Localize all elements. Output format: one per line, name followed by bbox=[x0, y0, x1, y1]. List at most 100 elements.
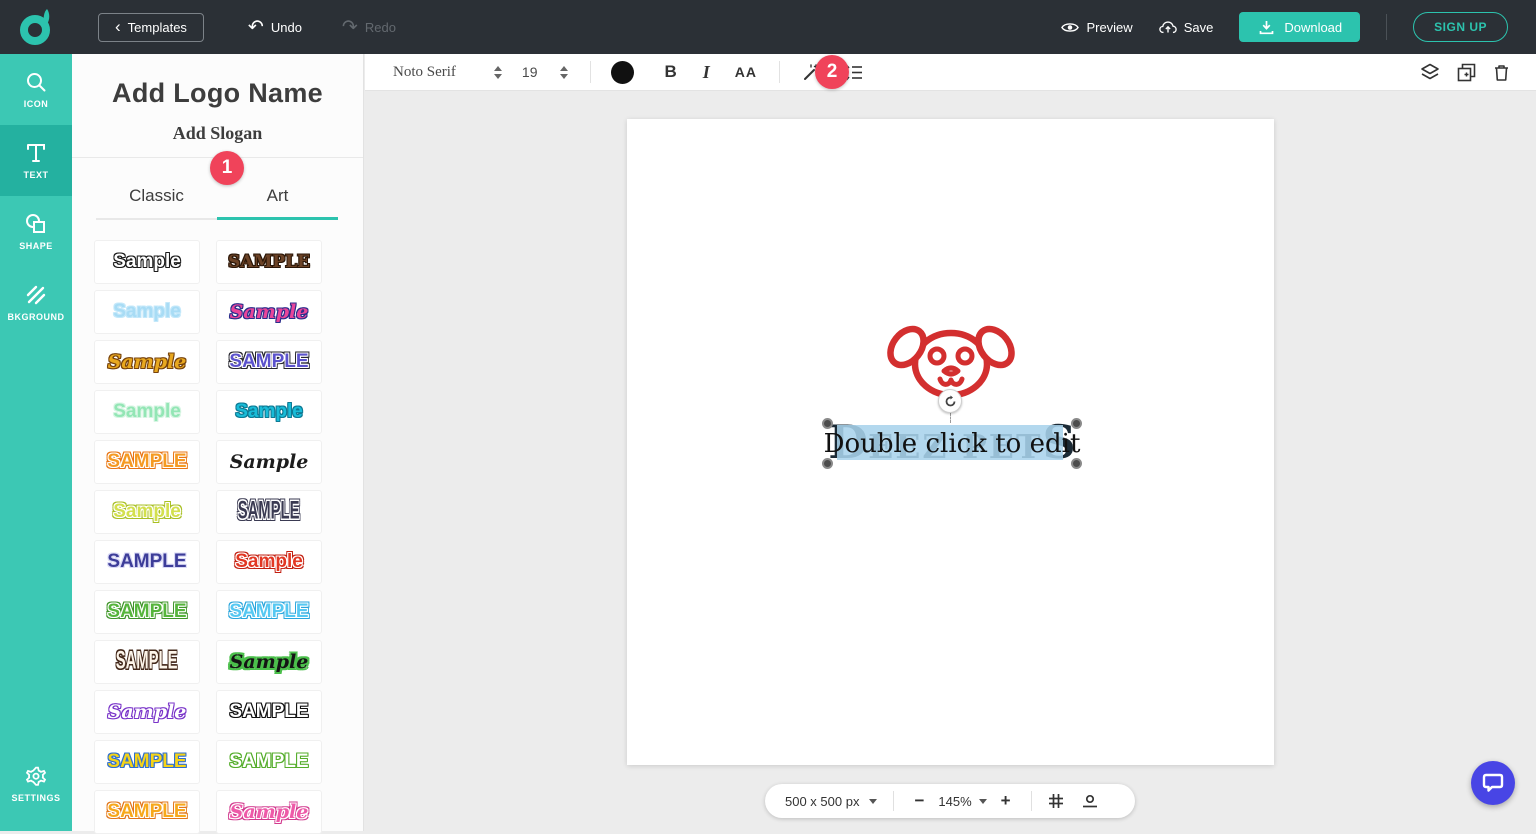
sample-text: Sample bbox=[108, 701, 187, 723]
sidebar-item-shape[interactable]: SHAPE bbox=[0, 196, 72, 267]
text-style-sample[interactable]: Sample bbox=[216, 540, 322, 584]
text-style-sample[interactable]: Sample bbox=[94, 490, 200, 534]
text-style-sample[interactable]: SAMPLE bbox=[216, 590, 322, 634]
text-style-sample[interactable]: Sample bbox=[94, 340, 200, 384]
sidebar-item-text[interactable]: TEXT bbox=[0, 125, 72, 196]
sidebar-item-icon[interactable]: ICON bbox=[0, 54, 72, 125]
duplicate-icon bbox=[1457, 63, 1476, 82]
zoom-level-value: 145% bbox=[938, 794, 971, 809]
text-style-sample[interactable]: Sample bbox=[216, 290, 322, 334]
save-button[interactable]: Save bbox=[1159, 18, 1214, 36]
toolbar-divider bbox=[590, 61, 591, 83]
text-style-sample[interactable]: Sample bbox=[216, 640, 322, 684]
undo-button[interactable]: ↶ Undo bbox=[248, 18, 302, 37]
canvas-size-value: 500 x 500 px bbox=[785, 794, 859, 809]
zoom-out-button[interactable]: − bbox=[910, 791, 928, 811]
live-chat-button[interactable] bbox=[1471, 761, 1515, 805]
grid-icon bbox=[1048, 793, 1064, 809]
text-style-sample[interactable]: Sample bbox=[216, 440, 322, 484]
sample-text: SAMPLE bbox=[229, 701, 308, 723]
sample-text: SAMPLE bbox=[107, 751, 186, 773]
cloud-upload-icon bbox=[1159, 18, 1177, 36]
sample-text: SAMPLE bbox=[107, 801, 186, 823]
tab-art[interactable]: Art bbox=[217, 186, 338, 218]
download-button[interactable]: Download bbox=[1239, 12, 1360, 42]
snap-guides-icon bbox=[1082, 794, 1098, 809]
text-style-sample[interactable]: SAMPLE bbox=[216, 490, 322, 534]
text-style-grid: Sample SAMPLE Sample Sample Sample SAMPLE Samp… bbox=[94, 240, 342, 834]
text-style-sample[interactable]: SAMPLE bbox=[216, 240, 322, 284]
sidebar-item-background[interactable]: BKGROUND bbox=[0, 267, 72, 338]
text-style-sample[interactable]: SAMPLE bbox=[94, 590, 200, 634]
text-style-sample[interactable]: SAMPLE bbox=[216, 690, 322, 734]
rotate-handle[interactable] bbox=[938, 389, 962, 413]
chevron-left-icon: ‹ bbox=[115, 18, 121, 35]
step-badge-2: 2 bbox=[815, 55, 849, 89]
text-style-sample[interactable]: Sample bbox=[94, 390, 200, 434]
sign-up-button[interactable]: SIGN UP bbox=[1413, 12, 1508, 42]
design-canvas[interactable]: DEEZ PETS Double click to edit bbox=[627, 119, 1274, 765]
stepper-down-icon bbox=[494, 74, 502, 79]
text-style-sample[interactable]: SAMPLE bbox=[216, 740, 322, 784]
text-style-sample[interactable]: SAMPLE bbox=[94, 440, 200, 484]
selection-handle-top-left[interactable] bbox=[822, 418, 833, 429]
selection-handle-bottom-left[interactable] bbox=[822, 458, 833, 469]
font-family-stepper[interactable] bbox=[494, 66, 502, 79]
download-label: Download bbox=[1284, 20, 1342, 35]
redo-button[interactable]: ↷ Redo bbox=[342, 18, 396, 37]
text-panel: Add Logo Name Add Slogan 1 Classic Art S… bbox=[72, 54, 364, 831]
redo-icon: ↷ bbox=[342, 18, 358, 37]
snap-guides-button[interactable] bbox=[1082, 794, 1098, 809]
text-style-sample[interactable]: Sample bbox=[94, 290, 200, 334]
delete-button[interactable] bbox=[1493, 63, 1510, 82]
sample-text: Sample bbox=[235, 551, 303, 573]
grid-toggle-button[interactable] bbox=[1048, 793, 1064, 809]
add-logo-name-button[interactable]: Add Logo Name bbox=[72, 78, 363, 109]
sample-text: SAMPLE bbox=[238, 498, 300, 527]
top-bar: ‹ Templates ↶ Undo ↷ Redo Preview Save D… bbox=[0, 0, 1536, 54]
font-family-select[interactable]: Noto Serif bbox=[393, 64, 456, 81]
layers-icon bbox=[1420, 63, 1440, 81]
canvas-size-dropdown[interactable]: 500 x 500 px bbox=[785, 794, 877, 809]
selection-handle-top-right[interactable] bbox=[1071, 418, 1082, 429]
text-style-sample[interactable]: SAMPLE bbox=[94, 740, 200, 784]
text-style-sample[interactable]: Sample bbox=[94, 690, 200, 734]
redo-label: Redo bbox=[365, 20, 396, 35]
font-size-value[interactable]: 19 bbox=[522, 64, 538, 80]
sample-text: Sample bbox=[230, 651, 309, 673]
font-size-stepper[interactable] bbox=[560, 66, 568, 79]
bold-button[interactable]: B bbox=[665, 62, 677, 82]
preview-button[interactable]: Preview bbox=[1061, 18, 1132, 36]
tab-classic[interactable]: Classic bbox=[96, 186, 217, 218]
app-logo[interactable] bbox=[0, 0, 72, 54]
selection-handle-bottom-right[interactable] bbox=[1071, 458, 1082, 469]
layers-button[interactable] bbox=[1420, 63, 1440, 81]
sidebar-item-label: ICON bbox=[24, 99, 49, 109]
italic-button[interactable]: I bbox=[703, 62, 710, 83]
zoom-level-dropdown[interactable]: 145% bbox=[938, 794, 986, 809]
text-style-sample[interactable]: Sample bbox=[216, 390, 322, 434]
text-style-sample[interactable]: Sample bbox=[216, 790, 322, 834]
logo-text-element[interactable]: DEEZ PETS Double click to edit bbox=[827, 421, 1077, 465]
toolbar-divider bbox=[779, 61, 780, 83]
uppercase-button[interactable]: AA bbox=[735, 64, 757, 80]
text-style-sample[interactable]: SAMPLE bbox=[94, 540, 200, 584]
text-color-swatch[interactable] bbox=[611, 61, 634, 84]
step-badge-1: 1 bbox=[210, 151, 244, 185]
add-slogan-button[interactable]: Add Slogan bbox=[72, 123, 363, 144]
style-tabs: Classic Art bbox=[96, 186, 338, 220]
undo-icon: ↶ bbox=[248, 18, 264, 37]
text-style-sample[interactable]: SAMPLE bbox=[94, 790, 200, 834]
text-style-sample[interactable]: SAMPLE bbox=[94, 640, 200, 684]
text-style-sample[interactable]: Sample bbox=[94, 240, 200, 284]
workspace[interactable]: DEEZ PETS Double click to edit bbox=[365, 91, 1536, 831]
zoom-in-button[interactable]: + bbox=[997, 791, 1015, 811]
sample-text: SAMPLE bbox=[229, 751, 308, 773]
duplicate-button[interactable] bbox=[1457, 63, 1476, 82]
edit-hint-text: Double click to edit bbox=[824, 429, 1081, 459]
gear-icon bbox=[24, 764, 48, 788]
templates-button[interactable]: ‹ Templates bbox=[98, 13, 204, 42]
text-style-sample[interactable]: SAMPLE bbox=[216, 340, 322, 384]
sample-text: Sample bbox=[113, 401, 181, 423]
sidebar-item-settings[interactable]: SETTINGS bbox=[0, 748, 72, 819]
